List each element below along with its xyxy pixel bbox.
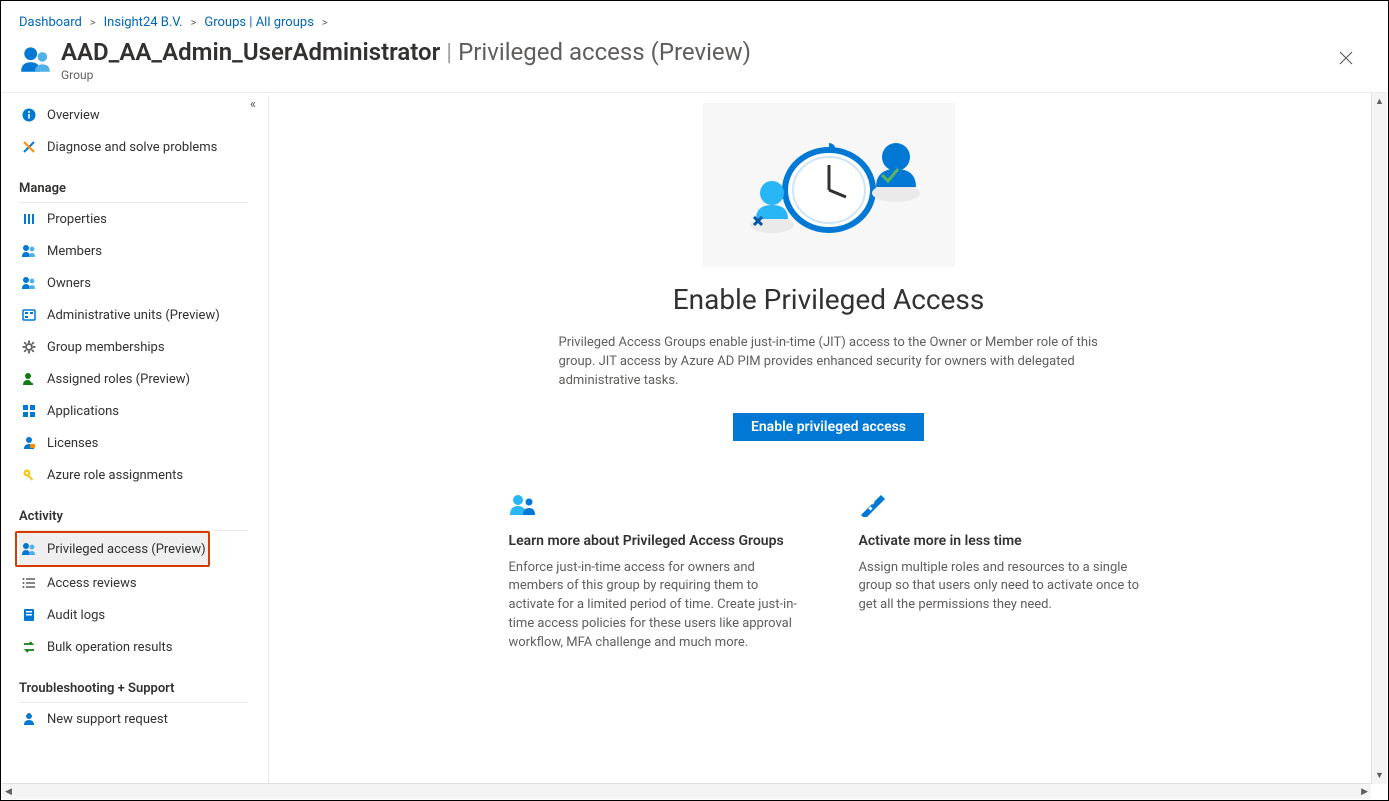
person-license-icon — [21, 435, 37, 451]
breadcrumb-link-org[interactable]: Insight24 B.V. — [104, 15, 183, 30]
sidebar-item-label: New support request — [47, 712, 168, 727]
people-icon — [21, 243, 37, 259]
sidebar-section-troubleshooting-support: Troubleshooting + Support — [19, 673, 248, 703]
sidebar-item-overview[interactable]: Overview — [19, 99, 266, 131]
scroll-up-icon[interactable]: ▲ — [1375, 93, 1384, 110]
sidebar-item-label: Access reviews — [47, 576, 137, 591]
page-subtitle: Group — [61, 68, 1370, 82]
horizontal-scrollbar[interactable]: ◀ ▶ — [2, 783, 1371, 799]
sidebar-item-bulk-operation-results[interactable]: Bulk operation results — [19, 631, 266, 663]
card-title: Activate more in less time — [859, 533, 1149, 549]
enable-privileged-access-button[interactable]: Enable privileged access — [733, 413, 924, 441]
directory-icon — [21, 307, 37, 323]
book-icon — [21, 607, 37, 623]
breadcrumb: Dashboard > Insight24 B.V. > Groups | Al… — [1, 1, 1388, 36]
sidebar-item-label: Owners — [47, 276, 91, 291]
chevron-right-icon: > — [90, 16, 96, 29]
hero-title: Enable Privileged Access — [673, 283, 985, 316]
sidebar-item-label: Group memberships — [47, 340, 165, 355]
key-icon — [21, 467, 37, 483]
breadcrumb-link-groups[interactable]: Groups | All groups — [204, 15, 314, 30]
scroll-right-icon[interactable]: ▶ — [1358, 787, 1371, 797]
tools-icon — [21, 139, 37, 155]
card-body: Enforce just-in-time access for owners a… — [509, 559, 799, 653]
collapse-sidebar-button[interactable]: « — [250, 97, 256, 112]
sidebar-item-label: Properties — [47, 212, 107, 227]
info-card-activate-faster: Activate more in less time Assign multip… — [859, 493, 1149, 653]
sidebar-item-label: Audit logs — [47, 608, 105, 623]
scroll-left-icon[interactable]: ◀ — [2, 787, 15, 797]
sidebar-section-manage: Manage — [19, 173, 248, 203]
scroll-down-icon[interactable]: ▼ — [1375, 767, 1384, 784]
gear-icon — [21, 339, 37, 355]
sidebar-item-label: Administrative units (Preview) — [47, 308, 220, 323]
breadcrumb-link-dashboard[interactable]: Dashboard — [19, 15, 82, 30]
sidebar-item-members[interactable]: Members — [19, 235, 266, 267]
chevron-right-icon: > — [322, 16, 328, 29]
sidebar-item-assigned-roles-preview[interactable]: Assigned roles (Preview) — [19, 363, 266, 395]
title-divider: | — [446, 38, 452, 66]
main-content: Enable Privileged Access Privileged Acce… — [268, 95, 1388, 792]
hero-illustration — [703, 103, 955, 267]
sidebar-item-owners[interactable]: Owners — [19, 267, 266, 299]
sidebar-item-access-reviews[interactable]: Access reviews — [19, 567, 266, 599]
hero-description: Privileged Access Groups enable just-in-… — [559, 334, 1099, 391]
sidebar-item-label: Licenses — [47, 436, 98, 451]
chevron-right-icon: > — [191, 16, 197, 29]
sidebar-item-properties[interactable]: Properties — [19, 203, 266, 235]
sidebar-item-label: Overview — [47, 108, 100, 123]
vertical-scrollbar[interactable]: ▲ ▼ — [1371, 93, 1387, 784]
sidebar-item-label: Applications — [47, 404, 119, 419]
apps-grid-icon — [21, 403, 37, 419]
page-header: AAD_AA_Admin_UserAdministrator | Privile… — [1, 36, 1388, 92]
sidebar-item-diagnose-and-solve-problems[interactable]: Diagnose and solve problems — [19, 131, 266, 163]
highlight-indicator: Privileged access (Preview) — [15, 531, 210, 567]
person-check-icon — [21, 371, 37, 387]
group-icon — [19, 42, 53, 76]
info-card-learn-more: Learn more about Privileged Access Group… — [509, 493, 799, 653]
sidebar-item-azure-role-assignments[interactable]: Azure role assignments — [19, 459, 266, 491]
title-main: AAD_AA_Admin_UserAdministrator — [61, 38, 440, 66]
people-icon — [509, 493, 799, 521]
sidebar-item-label: Azure role assignments — [47, 468, 183, 483]
sidebar-item-privileged-access-preview[interactable]: Privileged access (Preview) — [19, 533, 208, 565]
people-icon — [21, 541, 37, 557]
sidebar-section-activity: Activity — [19, 501, 248, 531]
person-support-icon — [21, 711, 37, 727]
card-body: Assign multiple roles and resources to a… — [859, 559, 1149, 616]
sparkle-icon — [859, 493, 1149, 521]
sidebar-item-label: Privileged access (Preview) — [47, 542, 206, 557]
sidebar-item-applications[interactable]: Applications — [19, 395, 266, 427]
sidebar-item-group-memberships[interactable]: Group memberships — [19, 331, 266, 363]
sidebar-item-label: Members — [47, 244, 102, 259]
sliders-icon — [21, 211, 37, 227]
sidebar-item-label: Assigned roles (Preview) — [47, 372, 190, 387]
page-title: AAD_AA_Admin_UserAdministrator | Privile… — [61, 38, 1370, 66]
sidebar: « Overview Diagnose and solve problems Ma… — [1, 93, 266, 792]
close-button[interactable] — [1332, 44, 1360, 72]
sidebar-item-new-support-request[interactable]: New support request — [19, 703, 266, 735]
info-circle-icon — [21, 107, 37, 123]
arrows-swap-icon — [21, 639, 37, 655]
title-suffix: Privileged access (Preview) — [458, 38, 751, 66]
sidebar-item-label: Diagnose and solve problems — [47, 140, 217, 155]
sidebar-item-administrative-units-preview[interactable]: Administrative units (Preview) — [19, 299, 266, 331]
sidebar-item-audit-logs[interactable]: Audit logs — [19, 599, 266, 631]
list-check-icon — [21, 575, 37, 591]
card-title: Learn more about Privileged Access Group… — [509, 533, 799, 549]
people-icon — [21, 275, 37, 291]
sidebar-item-licenses[interactable]: Licenses — [19, 427, 266, 459]
sidebar-item-label: Bulk operation results — [47, 640, 172, 655]
